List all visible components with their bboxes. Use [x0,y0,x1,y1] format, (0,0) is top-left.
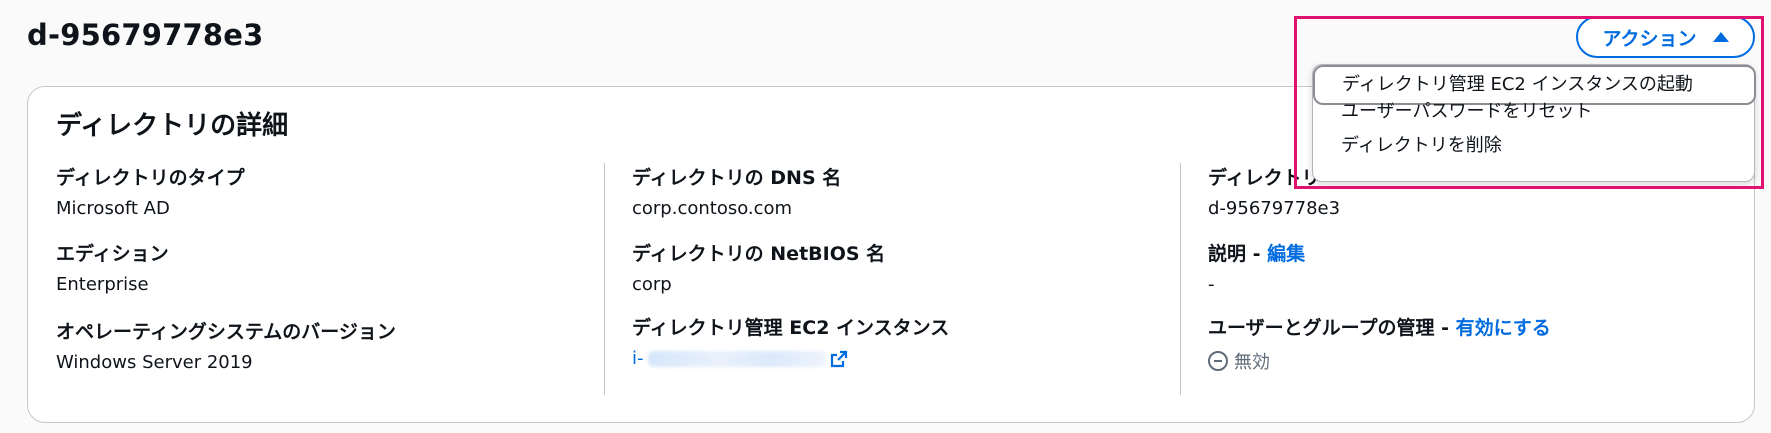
directory-detail-page: d-95679778e3 ディレクトリの詳細 ディレクトリのタイプ Micros… [0,0,1771,433]
field-edition: エディション Enterprise [56,239,169,295]
field-dns-name: ディレクトリの DNS 名 corp.contoso.com [632,163,841,219]
field-label: ディレクトリの NetBIOS 名 [632,243,886,265]
field-label: ディレクトリ管理 EC2 インスタンス [632,317,950,339]
field-admin-instance: ディレクトリ管理 EC2 インスタンス i- [632,313,949,369]
admin-instance-link[interactable]: i- [632,348,949,369]
field-label: エディション [56,243,169,265]
status-text: 無効 [1234,352,1270,373]
highlight-box [1294,16,1764,189]
field-value: Enterprise [56,274,149,295]
description-label: 説明 - [1208,243,1268,265]
field-value: corp.contoso.com [632,198,793,219]
page-title: d-95679778e3 [27,18,264,52]
field-value: Microsoft AD [56,198,170,219]
field-value: - [1208,274,1215,295]
field-netbios-name: ディレクトリの NetBIOS 名 corp [632,239,885,295]
user-group-label: ユーザーとグループの管理 - [1208,317,1456,339]
edit-description-link[interactable]: 編集 [1267,243,1305,265]
field-value: Windows Server 2019 [56,352,253,373]
column-divider [1180,163,1181,395]
redacted-instance-id [647,350,826,367]
field-value: d-95679778e3 [1208,198,1341,219]
instance-id-prefix: i- [632,348,644,369]
field-label: ディレクトリの DNS 名 [632,167,842,189]
card-title: ディレクトリの詳細 [56,111,289,141]
disabled-icon [1208,351,1228,371]
field-description: 説明 - 編集 - [1208,239,1305,295]
field-label: 説明 - 編集 [1208,239,1305,266]
field-label: ディレクトリのタイプ [56,167,245,189]
field-label: オペレーティングシステムのバージョン [56,321,396,343]
external-link-icon [830,350,847,367]
enable-user-group-link[interactable]: 有効にする [1456,317,1551,339]
field-os-version: オペレーティングシステムのバージョン Windows Server 2019 [56,317,396,373]
field-label: ユーザーとグループの管理 - 有効にする [1208,313,1551,340]
field-user-group-management: ユーザーとグループの管理 - 有効にする 無効 [1208,313,1551,374]
field-value: corp [632,274,672,295]
status-indicator: 無効 [1208,348,1551,374]
column-divider [604,163,605,395]
field-directory-type: ディレクトリのタイプ Microsoft AD [56,163,245,219]
